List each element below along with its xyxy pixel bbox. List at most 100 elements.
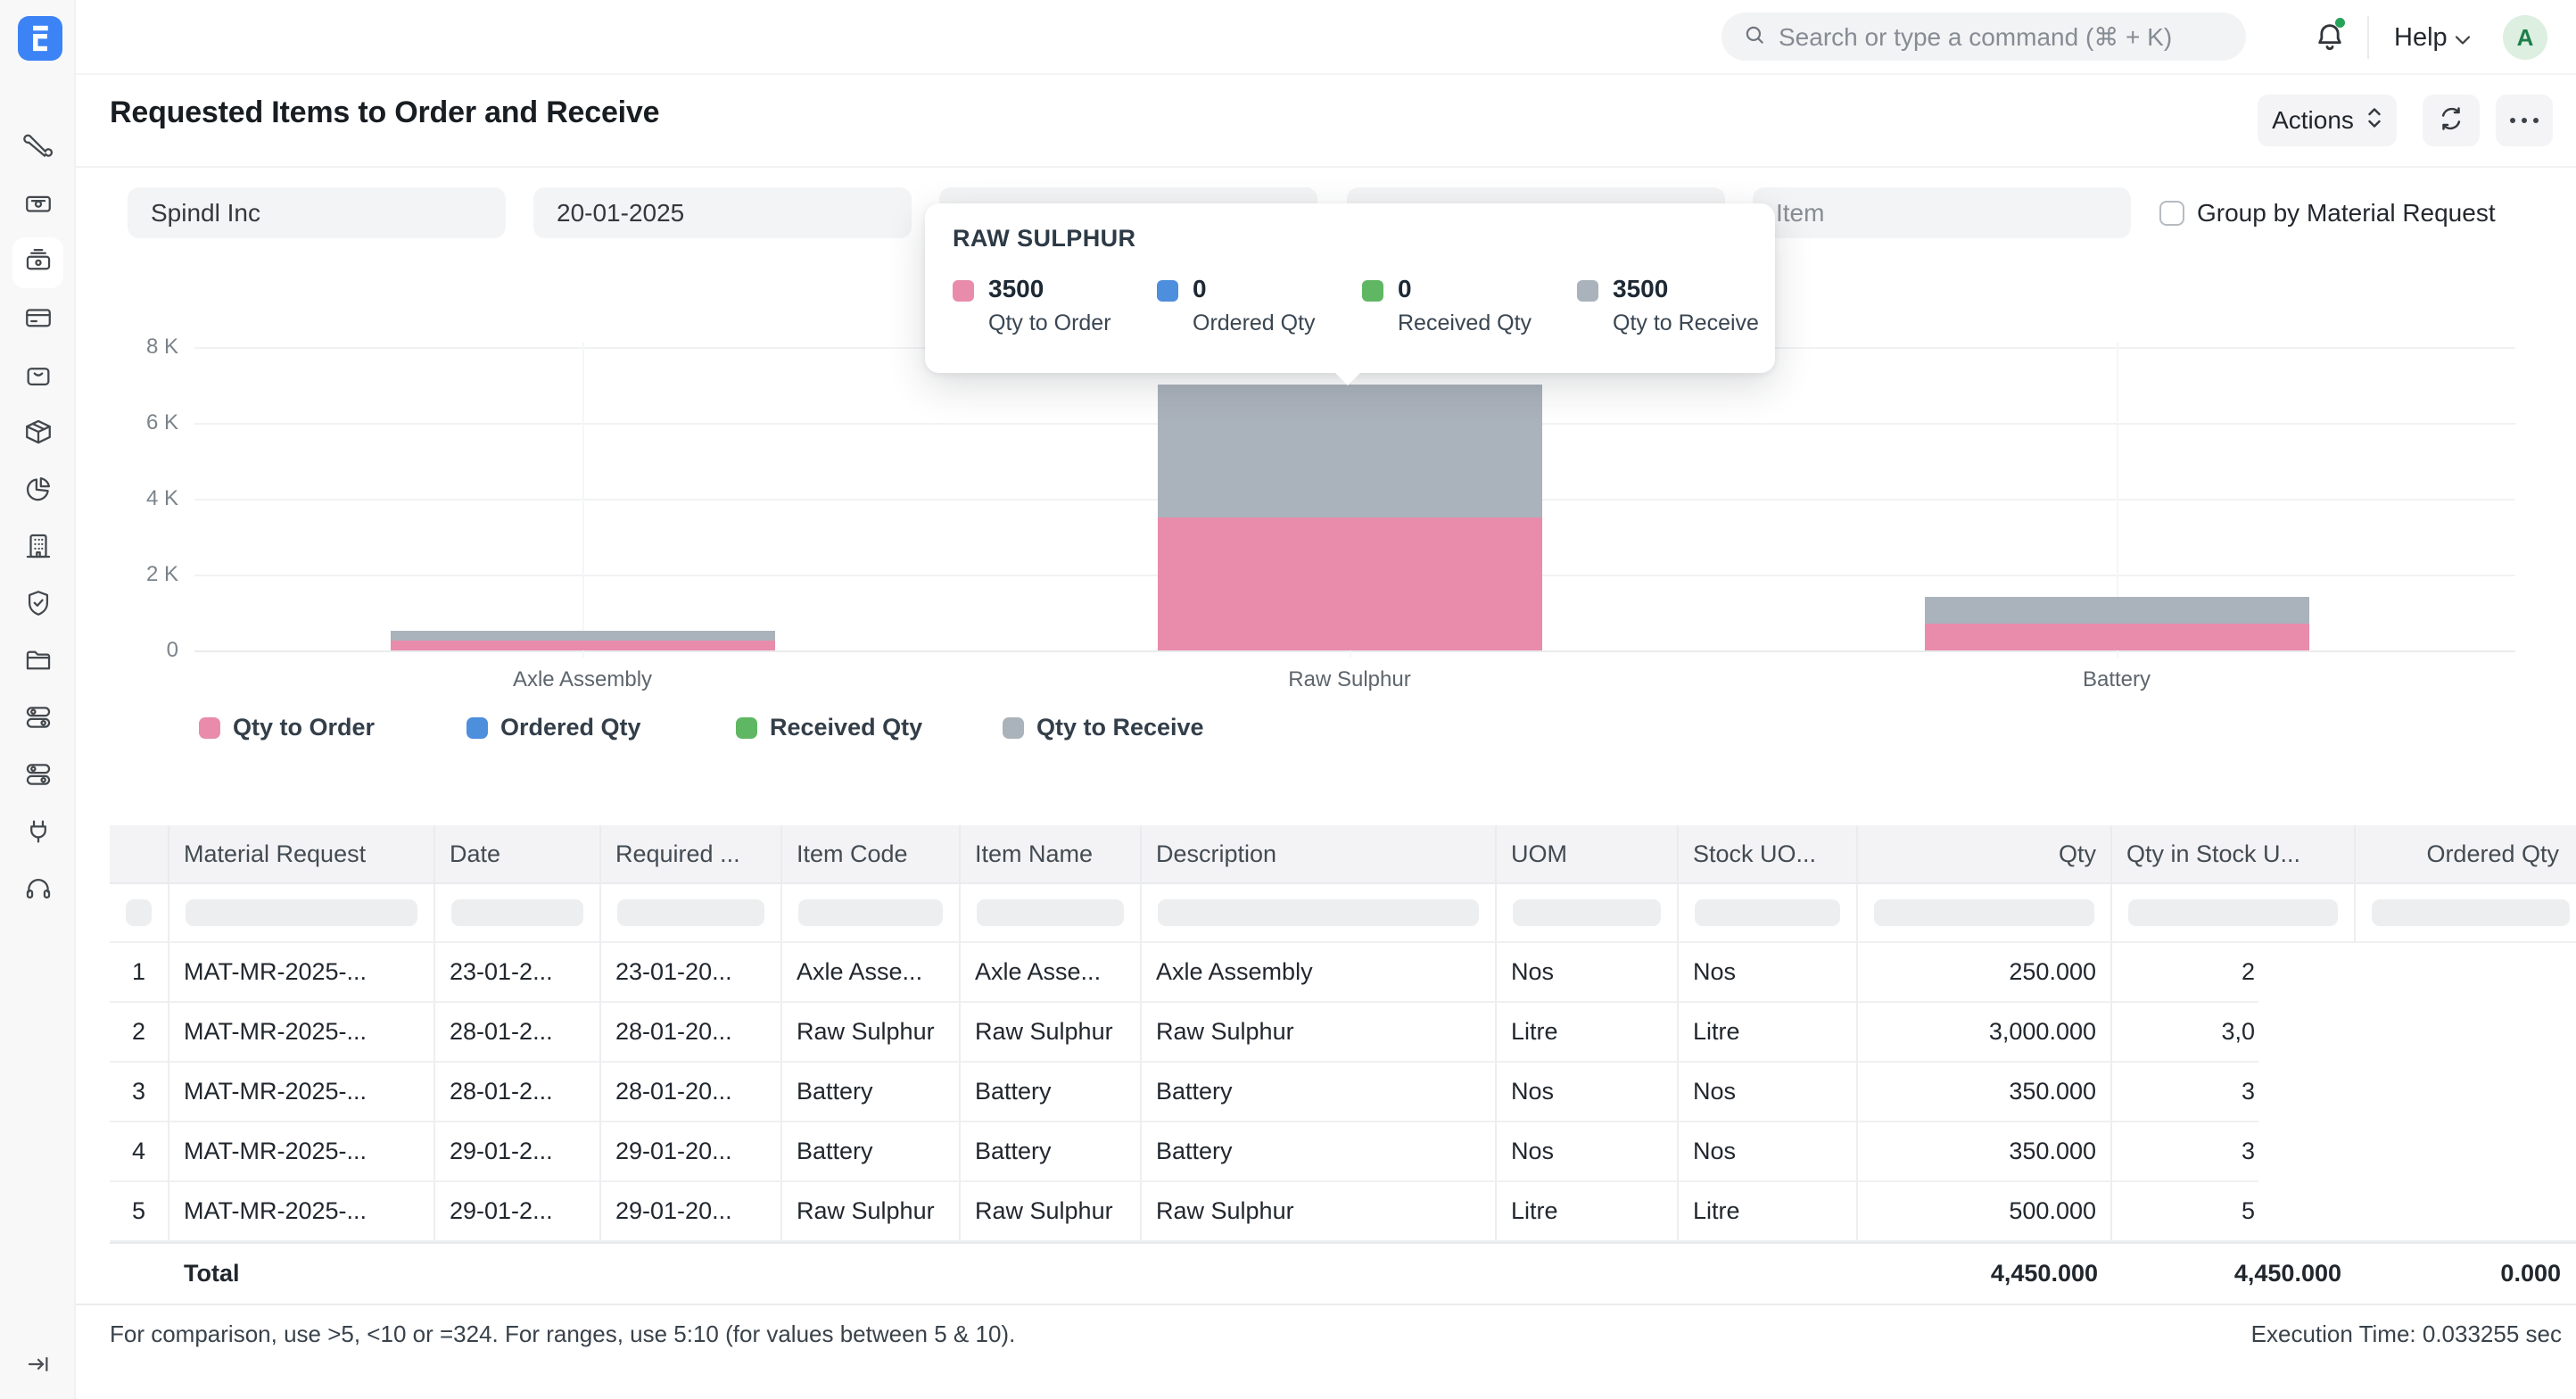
cell-description[interactable]: Axle Assembly xyxy=(1142,943,1497,1003)
cell-item_code[interactable]: Raw Sulphur xyxy=(782,1182,961,1242)
cell-stock_uom[interactable]: Nos xyxy=(1679,943,1858,1003)
cell-date[interactable]: 28-01-2... xyxy=(435,1003,601,1063)
checkbox[interactable] xyxy=(2159,201,2184,226)
sidebar-item-package[interactable] xyxy=(12,409,63,459)
cell-material_request[interactable]: MAT-MR-2025-... xyxy=(169,1122,435,1182)
sidebar-item-toggles[interactable] xyxy=(12,694,63,745)
cell-description[interactable]: Battery xyxy=(1142,1063,1497,1122)
sidebar-item-pie-chart[interactable] xyxy=(12,466,63,517)
help-menu[interactable]: Help xyxy=(2394,21,2471,54)
cell-item_name[interactable]: Battery xyxy=(961,1063,1142,1122)
column-header-date[interactable]: Date xyxy=(435,825,601,884)
refresh-button[interactable] xyxy=(2423,95,2480,146)
legend-item[interactable]: Ordered Qty xyxy=(466,714,641,741)
cell-num[interactable]: 2 xyxy=(110,1003,169,1063)
cell-uom[interactable]: Litre xyxy=(1497,1003,1679,1063)
sidebar-item-tools[interactable] xyxy=(12,123,63,174)
cell-required[interactable]: 28-01-20... xyxy=(601,1003,782,1063)
cell-date[interactable]: 28-01-2... xyxy=(435,1063,601,1122)
app-logo-icon[interactable] xyxy=(18,16,62,61)
item-filter[interactable]: Item xyxy=(1753,187,2131,238)
column-filter-input[interactable] xyxy=(798,899,943,926)
column-header-num[interactable] xyxy=(110,825,169,884)
column-filter-input[interactable] xyxy=(977,899,1124,926)
column-header-item_name[interactable]: Item Name xyxy=(961,825,1142,884)
cell-description[interactable]: Raw Sulphur xyxy=(1142,1003,1497,1063)
cell-required[interactable]: 29-01-20... xyxy=(601,1182,782,1242)
bar-segment-qty-to-order[interactable] xyxy=(1158,517,1542,650)
cell-qty[interactable]: 3,000.000 xyxy=(1858,1003,2112,1063)
cell-qty[interactable]: 350.000 xyxy=(1858,1122,2112,1182)
cell-item_name[interactable]: Axle Asse... xyxy=(961,943,1142,1003)
sidebar-item-cash[interactable] xyxy=(12,180,63,231)
cell-date[interactable]: 23-01-2... xyxy=(435,943,601,1003)
sidebar-item-shield[interactable] xyxy=(12,580,63,631)
legend-item[interactable]: Received Qty xyxy=(736,714,922,741)
bar-segment-qty-to-order[interactable] xyxy=(1925,624,2309,650)
sidebar-item-bag[interactable] xyxy=(12,352,63,402)
bar-segment-qty-to-order[interactable] xyxy=(391,641,775,650)
cell-material_request[interactable]: MAT-MR-2025-... xyxy=(169,1063,435,1122)
actions-button[interactable]: Actions xyxy=(2258,95,2397,146)
cell-item_name[interactable]: Raw Sulphur xyxy=(961,1003,1142,1063)
cell-item_code[interactable]: Axle Asse... xyxy=(782,943,961,1003)
column-header-ordered_qty[interactable]: Ordered Qty xyxy=(2356,825,2576,884)
cell-num[interactable]: 5 xyxy=(110,1182,169,1242)
more-options-button[interactable] xyxy=(2496,95,2553,146)
column-header-uom[interactable]: UOM xyxy=(1497,825,1679,884)
cell-item_code[interactable]: Battery xyxy=(782,1063,961,1122)
cell-item_code[interactable]: Battery xyxy=(782,1122,961,1182)
bar-segment-qty-to-receive[interactable] xyxy=(391,631,775,641)
cell-description[interactable]: Raw Sulphur xyxy=(1142,1182,1497,1242)
column-filter-input[interactable] xyxy=(126,899,152,926)
cell-material_request[interactable]: MAT-MR-2025-... xyxy=(169,943,435,1003)
sidebar-expand-button[interactable] xyxy=(21,1349,55,1383)
cell-num[interactable]: 1 xyxy=(110,943,169,1003)
cell-uom[interactable]: Nos xyxy=(1497,943,1679,1003)
cell-description[interactable]: Battery xyxy=(1142,1122,1497,1182)
cell-material_request[interactable]: MAT-MR-2025-... xyxy=(169,1182,435,1242)
column-filter-input[interactable] xyxy=(451,899,583,926)
cell-date[interactable]: 29-01-2... xyxy=(435,1122,601,1182)
column-filter-input[interactable] xyxy=(2128,899,2338,926)
column-filter-input[interactable] xyxy=(1695,899,1840,926)
cell-uom[interactable]: Litre xyxy=(1497,1182,1679,1242)
sidebar-item-toggles-alt[interactable] xyxy=(12,751,63,802)
cell-uom[interactable]: Nos xyxy=(1497,1063,1679,1122)
column-filter-input[interactable] xyxy=(186,899,417,926)
sidebar-item-folder[interactable] xyxy=(12,637,63,688)
company-filter[interactable]: Spindl Inc xyxy=(128,187,506,238)
column-header-item_code[interactable]: Item Code xyxy=(782,825,961,884)
from-date-filter[interactable]: 20-01-2025 xyxy=(533,187,912,238)
cell-required[interactable]: 29-01-20... xyxy=(601,1122,782,1182)
cell-stock_uom[interactable]: Nos xyxy=(1679,1063,1858,1122)
cell-qty[interactable]: 250.000 xyxy=(1858,943,2112,1003)
cell-stock_uom[interactable]: Litre xyxy=(1679,1003,1858,1063)
column-filter-input[interactable] xyxy=(1874,899,2094,926)
cell-required[interactable]: 28-01-20... xyxy=(601,1063,782,1122)
cell-uom[interactable]: Nos xyxy=(1497,1122,1679,1182)
legend-item[interactable]: Qty to Receive xyxy=(1003,714,1204,741)
avatar[interactable]: A xyxy=(2503,15,2547,60)
cell-item_name[interactable]: Battery xyxy=(961,1122,1142,1182)
column-header-description[interactable]: Description xyxy=(1142,825,1497,884)
search-input[interactable]: Search or type a command (⌘ + K) xyxy=(1721,12,2246,61)
cell-material_request[interactable]: MAT-MR-2025-... xyxy=(169,1003,435,1063)
sidebar-item-plug[interactable] xyxy=(12,808,63,859)
column-filter-input[interactable] xyxy=(1513,899,1661,926)
cell-num[interactable]: 4 xyxy=(110,1122,169,1182)
cell-num[interactable]: 3 xyxy=(110,1063,169,1122)
group-by-material-request[interactable]: Group by Material Request xyxy=(2159,187,2496,238)
cell-stock_uom[interactable]: Litre xyxy=(1679,1182,1858,1242)
bar-segment-qty-to-receive[interactable] xyxy=(1158,385,1542,517)
cell-required[interactable]: 23-01-20... xyxy=(601,943,782,1003)
column-header-qty[interactable]: Qty xyxy=(1858,825,2112,884)
sidebar-item-headset[interactable] xyxy=(12,865,63,916)
cell-qty[interactable]: 500.000 xyxy=(1858,1182,2112,1242)
column-header-stock_uom[interactable]: Stock UO... xyxy=(1679,825,1858,884)
cell-date[interactable]: 29-01-2... xyxy=(435,1182,601,1242)
column-filter-input[interactable] xyxy=(2372,899,2570,926)
legend-item[interactable]: Qty to Order xyxy=(199,714,375,741)
sidebar-item-building[interactable] xyxy=(12,523,63,574)
column-header-required[interactable]: Required ... xyxy=(601,825,782,884)
